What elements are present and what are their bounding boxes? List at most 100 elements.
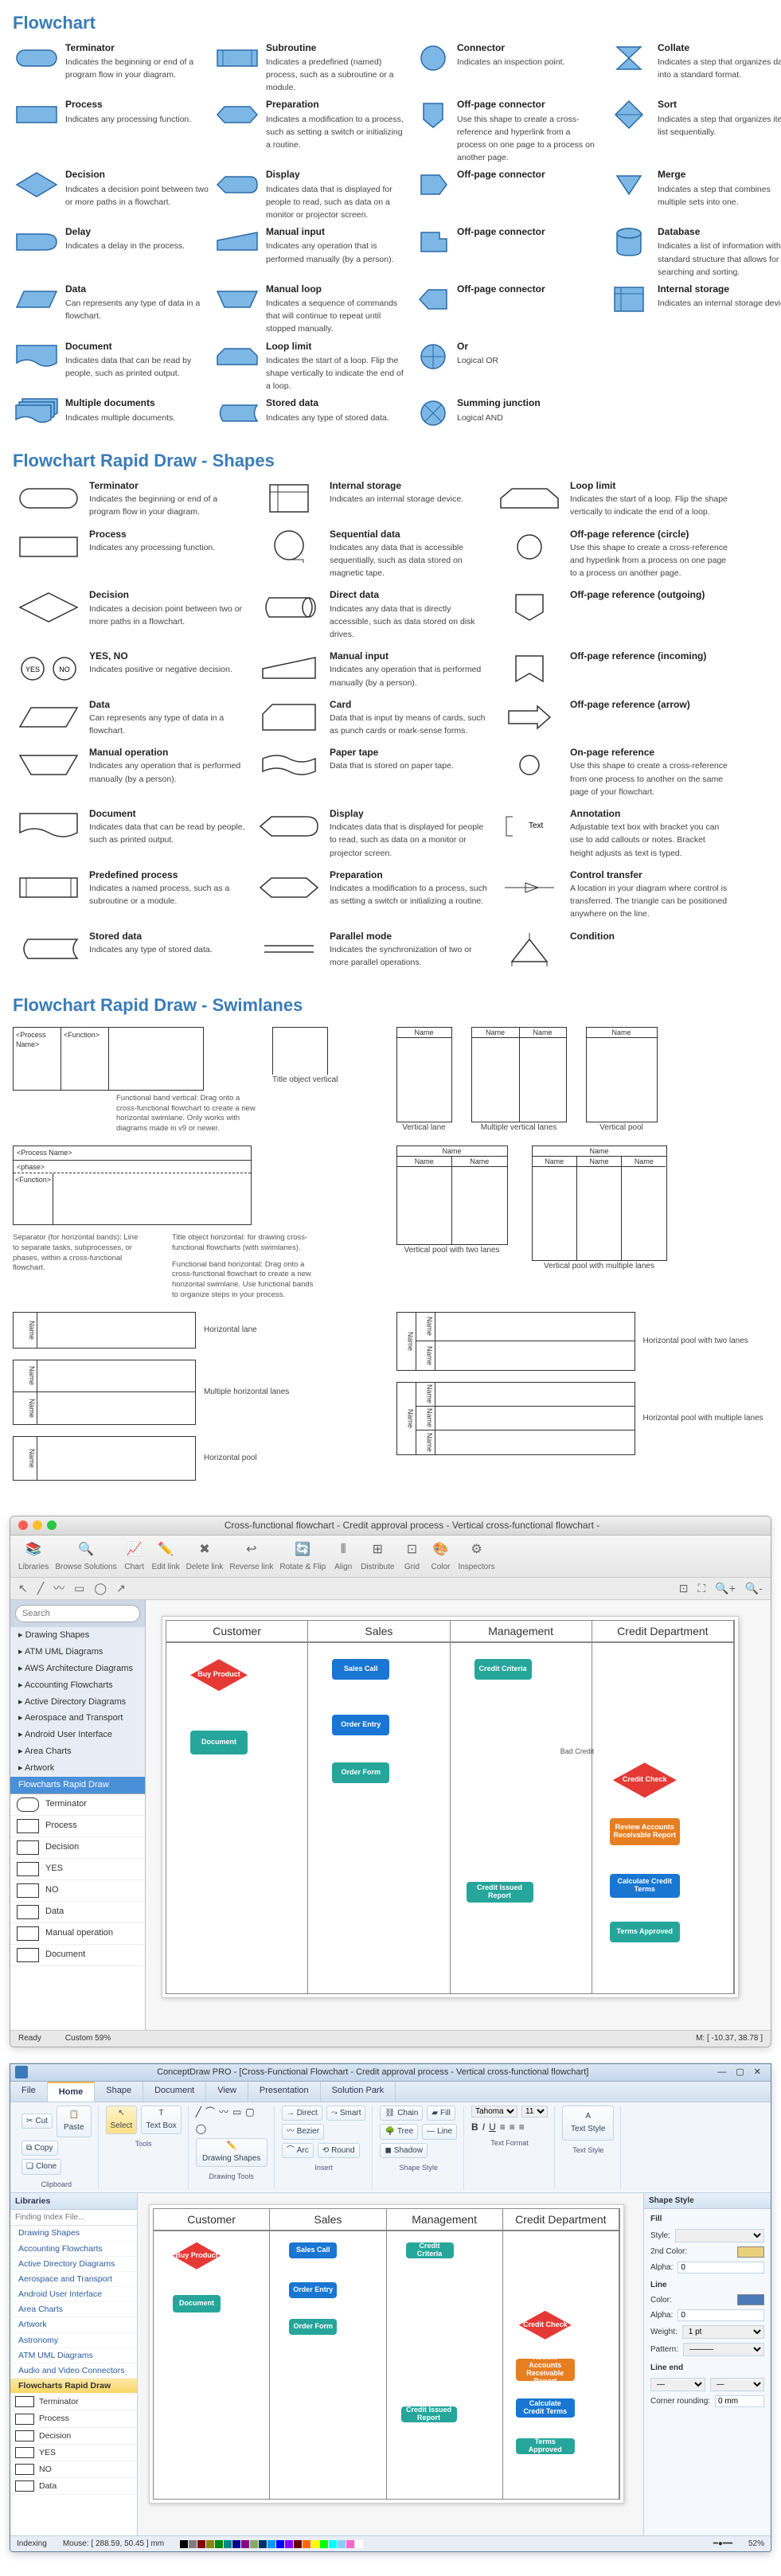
corner-input[interactable] [715, 2395, 764, 2407]
toolbar-delete-link[interactable]: ✖Delete link [186, 1540, 224, 1573]
win-lane-header[interactable]: Sales [270, 2209, 386, 2230]
alpha-input[interactable] [678, 2262, 764, 2274]
chain-button[interactable]: ⛓ Chain [380, 2106, 423, 2121]
curve-tool-icon[interactable]: 〰 [53, 1581, 64, 1596]
color-swatch[interactable] [224, 2540, 232, 2548]
color-swatch[interactable] [267, 2540, 275, 2548]
win-node-check[interactable]: Credit Check [519, 2311, 572, 2340]
node-order-entry[interactable]: Order Entry [332, 1715, 389, 1735]
toolbar-distribute[interactable]: ⊞Distribute [361, 1540, 394, 1573]
win-category-item[interactable]: Android User Interface [10, 2287, 137, 2302]
round-button[interactable]: ⟲ Round [318, 2143, 360, 2159]
color-swatch[interactable] [197, 2540, 205, 2548]
tree-button[interactable]: 🌳 Tree [380, 2124, 418, 2140]
win-category-item[interactable]: Active Directory Diagrams [10, 2257, 137, 2272]
node-buy-product[interactable]: Buy Product [190, 1659, 248, 1691]
fill-style-select[interactable] [675, 2229, 764, 2242]
shape-item[interactable]: Document [10, 1945, 145, 1966]
status-zoom-slider[interactable]: ━●━━ [713, 2539, 732, 2550]
shape-item[interactable]: Data [10, 1902, 145, 1923]
color-swatch[interactable] [355, 2540, 363, 2548]
status-color-palette[interactable] [180, 2540, 363, 2548]
category-item[interactable]: ▸ Active Directory Diagrams [10, 1694, 145, 1711]
node-credit-criteria[interactable]: Credit Criteria [474, 1659, 532, 1680]
underline-button[interactable]: U [489, 2121, 496, 2133]
connector-tool-icon[interactable]: ↗ [116, 1581, 126, 1596]
color-swatch[interactable] [346, 2540, 354, 2548]
ribbon-tabs[interactable]: FileHomeShapeDocumentViewPresentationSol… [10, 2082, 771, 2102]
close-icon[interactable] [18, 1520, 28, 1530]
toolbar-grid[interactable]: ⊡Grid [400, 1540, 423, 1573]
win-max-icon[interactable]: ▢ [731, 2067, 748, 2078]
win-category-item[interactable]: Audio and Video Connectors [10, 2363, 137, 2379]
win-category-item[interactable]: Astronomy [10, 2333, 137, 2348]
node-credit-check[interactable]: Credit Check [613, 1762, 677, 1797]
category-item[interactable]: ▸ ATM UML Diagrams [10, 1644, 145, 1661]
align-center-button[interactable]: ≡ [510, 2121, 515, 2133]
win-node-entry[interactable]: Order Entry [289, 2282, 337, 2298]
second-color-swatch[interactable] [737, 2246, 764, 2258]
win-min-icon[interactable]: — [713, 2067, 731, 2078]
clone-button[interactable]: ❏ Clone [21, 2159, 61, 2175]
zoom-icon[interactable] [47, 1520, 57, 1530]
tab-home[interactable]: Home [48, 2082, 96, 2102]
color-swatch[interactable] [276, 2540, 284, 2548]
category-item[interactable]: ▸ Area Charts [10, 1743, 145, 1760]
color-swatch[interactable] [329, 2540, 337, 2548]
font-select[interactable]: Tahoma [471, 2106, 517, 2117]
category-item[interactable]: ▸ Android User Interface [10, 1727, 145, 1743]
node-sales-call[interactable]: Sales Call [332, 1659, 389, 1680]
line-color-swatch[interactable] [737, 2294, 764, 2305]
win-node-criteria[interactable]: Credit Criteria [406, 2242, 454, 2258]
smart-button[interactable]: ⤳ Smart [326, 2106, 366, 2121]
bold-button[interactable]: B [471, 2121, 478, 2133]
zoom-100-icon[interactable]: ⊡ [679, 1581, 689, 1596]
color-swatch[interactable] [285, 2540, 293, 2548]
lane-header[interactable]: Credit Department [592, 1621, 734, 1641]
node-credit-issued[interactable]: Credit Issued Report [467, 1882, 533, 1903]
toolbar-libraries[interactable]: 📚Libraries [18, 1540, 49, 1573]
win-category-list[interactable]: Drawing ShapesAccounting FlowchartsActiv… [10, 2226, 137, 2394]
line-icon[interactable]: ╱ [196, 2106, 201, 2118]
color-swatch[interactable] [215, 2540, 223, 2548]
align-left-button[interactable]: ≡ [500, 2121, 506, 2133]
color-swatch[interactable] [338, 2540, 346, 2548]
align-right-button[interactable]: ≡ [519, 2121, 525, 2133]
curve2-icon[interactable]: 〰 [219, 2106, 228, 2118]
search-input[interactable] [15, 1605, 140, 1622]
rect-tool-icon[interactable]: ▭ [74, 1581, 84, 1596]
ellipse-tool-icon[interactable]: ◯ [94, 1581, 107, 1596]
color-swatch[interactable] [303, 2540, 310, 2548]
text-style-button[interactable]: AText Style [562, 2106, 614, 2141]
tab-document[interactable]: Document [143, 2082, 206, 2102]
win-shape-item[interactable]: Decision [10, 2428, 137, 2445]
win-category-item[interactable]: ATM UML Diagrams [10, 2348, 137, 2363]
fill-button[interactable]: ▰ Fill [427, 2106, 455, 2121]
color-swatch[interactable] [320, 2540, 328, 2548]
win-node-sales[interactable]: Sales Call [289, 2242, 337, 2258]
shape-item[interactable]: Terminator [10, 1794, 145, 1816]
ellipse-icon[interactable]: ◯ [196, 2122, 206, 2135]
win-drawing-page[interactable]: CustomerSalesManagementCredit Department… [149, 2204, 624, 2504]
library-category-list[interactable]: ▸ Drawing Shapes▸ ATM UML Diagrams▸ AWS … [10, 1627, 145, 1793]
rrect-icon[interactable]: ▢ [245, 2106, 254, 2118]
win-canvas[interactable]: CustomerSalesManagementCredit Department… [138, 2193, 643, 2535]
mac-canvas[interactable]: CustomerSalesManagementCredit Department… [146, 1600, 771, 2030]
arrow-tool-icon[interactable]: ↖ [18, 1581, 28, 1596]
bezier-button[interactable]: 〰 Bezier [282, 2124, 324, 2140]
win-shape-list[interactable]: TerminatorProcessDecisionYESNOData [10, 2394, 137, 2535]
win-close-icon[interactable]: ✕ [749, 2067, 766, 2078]
shape-item[interactable]: Decision [10, 1837, 145, 1859]
shape-item[interactable]: YES [10, 1859, 145, 1880]
zoom-in-icon[interactable]: 🔍+ [715, 1581, 736, 1596]
italic-button[interactable]: I [482, 2121, 485, 2133]
toolbar-reverse-link[interactable]: ↩Reverse link [229, 1540, 273, 1573]
category-item[interactable]: ▸ Accounting Flowcharts [10, 1677, 145, 1694]
win-shape-item[interactable]: YES [10, 2445, 137, 2461]
sidebar-shape-list[interactable]: TerminatorProcessDecisionYESNODataManual… [10, 1794, 145, 2031]
color-swatch[interactable] [189, 2540, 197, 2548]
color-swatch[interactable] [294, 2540, 302, 2548]
shape-item[interactable]: NO [10, 1880, 145, 1902]
font-size-select[interactable]: 11 [521, 2106, 548, 2117]
color-swatch[interactable] [250, 2540, 258, 2548]
